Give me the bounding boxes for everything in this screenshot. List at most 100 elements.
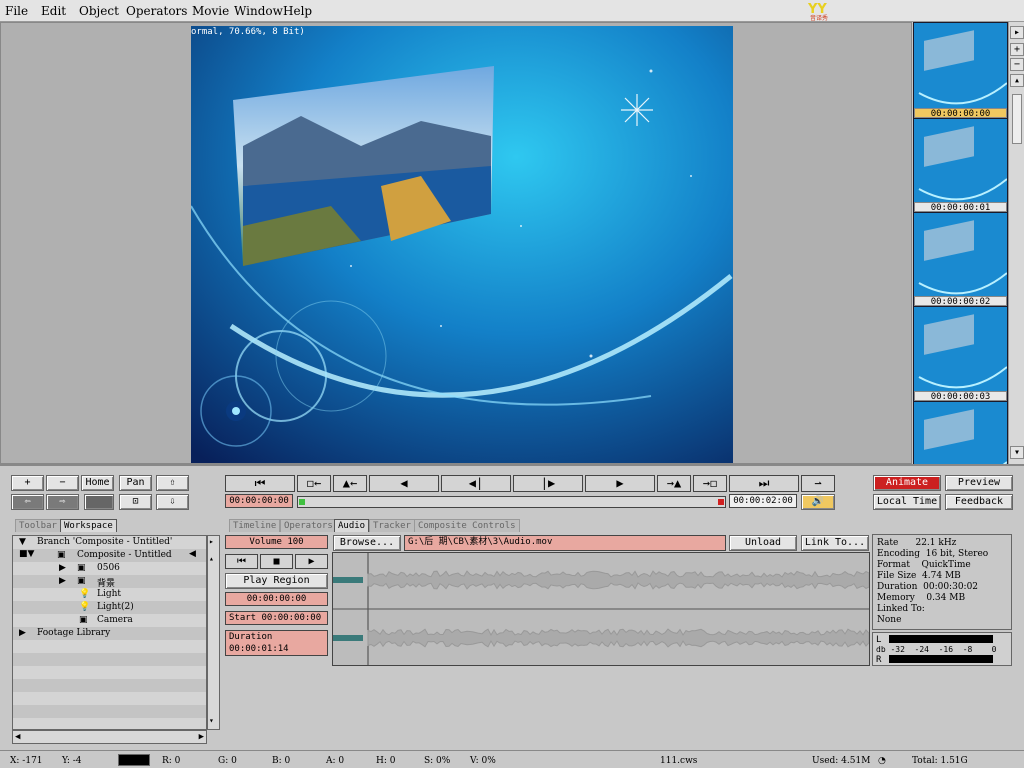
tab-timeline[interactable]: Timeline bbox=[229, 519, 281, 532]
forward-arrow-icon[interactable]: ⇨ bbox=[46, 494, 79, 510]
vu-scale: db -32 -24 -16 -8 0 bbox=[876, 645, 997, 654]
audio-time-field[interactable]: 00:00:00:00 bbox=[225, 592, 328, 606]
audio-path-field[interactable]: G:\后 期\CB\素材\3\Audio.mov bbox=[404, 535, 726, 551]
set-in-icon[interactable]: ◻← bbox=[297, 475, 331, 492]
frame-thumbnail[interactable] bbox=[914, 23, 1007, 111]
light-bulb-icon: 💡 bbox=[79, 602, 91, 612]
zoom-plus-button[interactable]: + bbox=[11, 475, 44, 491]
step-back-icon[interactable]: ◀| bbox=[441, 475, 511, 492]
tree-row bbox=[13, 666, 206, 679]
play-icon[interactable]: ▶ bbox=[585, 475, 655, 492]
memory-gauge-icon: ◔ bbox=[878, 756, 886, 766]
audio-rewind-icon[interactable]: ⏮ bbox=[225, 554, 258, 569]
scroll-down-icon[interactable]: ▾ bbox=[1010, 446, 1024, 459]
feedback-checkbox[interactable]: Feedback bbox=[945, 494, 1013, 510]
key-back-icon[interactable]: ▲← bbox=[333, 475, 367, 492]
workspace-tree[interactable]: ▼ Branch 'Composite - Untitled' ■▼ ▣ Compos… bbox=[12, 535, 207, 730]
loop-icon[interactable]: ⇀ bbox=[801, 475, 835, 492]
back-arrow-icon[interactable]: ⇦ bbox=[11, 494, 44, 510]
zoom-minus-button[interactable]: − bbox=[46, 475, 79, 491]
preview-button[interactable]: Preview bbox=[945, 475, 1013, 491]
tree-row[interactable]: ▶ Footage Library bbox=[13, 627, 206, 640]
menu-help[interactable]: Help bbox=[283, 4, 312, 18]
scroll-left-icon[interactable]: ◀ bbox=[15, 732, 20, 742]
vu-left-bar bbox=[889, 635, 993, 643]
audio-start-field[interactable]: Start 00:00:00:00 bbox=[225, 611, 328, 625]
color-swatch[interactable] bbox=[84, 494, 114, 510]
layer-icon: ▣ bbox=[77, 563, 86, 573]
thumbnail-scrollbar[interactable]: ▸ + − ▴ ▾ bbox=[1008, 22, 1024, 464]
frame-thumbnail[interactable] bbox=[914, 307, 1007, 395]
tab-tracker[interactable]: Tracker bbox=[369, 519, 415, 532]
play-backward-icon[interactable]: ◀ bbox=[369, 475, 439, 492]
tab-workspace[interactable]: Workspace bbox=[60, 519, 117, 532]
audio-stop-icon[interactable]: ■ bbox=[260, 554, 293, 569]
zoom-in-icon[interactable]: + bbox=[1010, 43, 1024, 56]
scroll-up-icon[interactable]: ▴ bbox=[209, 554, 218, 563]
info-row: Rate 22.1 kHz bbox=[877, 538, 957, 548]
up-arrow-icon[interactable]: ⇧ bbox=[156, 475, 189, 491]
tree-row[interactable]: 💡 Light bbox=[13, 588, 206, 601]
status-x: X: -171 bbox=[10, 756, 43, 766]
tree-row bbox=[13, 640, 206, 653]
go-to-end-icon[interactable]: ⏭ bbox=[729, 475, 799, 492]
audio-duration-field[interactable]: Duration 00:00:01:14 bbox=[225, 630, 328, 656]
home-button[interactable]: Home bbox=[81, 475, 114, 491]
info-row: None bbox=[877, 615, 902, 625]
frame-thumbnail[interactable] bbox=[914, 119, 1007, 207]
animate-button[interactable]: Animate bbox=[873, 475, 941, 491]
tab-operators[interactable]: Operators bbox=[280, 519, 337, 532]
frame-thumbnail[interactable] bbox=[914, 402, 1007, 464]
scroll-thumb[interactable] bbox=[1012, 94, 1022, 144]
status-bar: X: -171 Y: -4 R: 0 G: 0 B: 0 A: 0 H: 0 S… bbox=[0, 750, 1024, 768]
zoom-out-icon[interactable]: − bbox=[1010, 58, 1024, 71]
pan-button[interactable]: Pan bbox=[119, 475, 152, 491]
link-to-button[interactable]: Link To... bbox=[801, 535, 869, 551]
menu-edit[interactable]: Edit bbox=[41, 4, 66, 18]
tree-row[interactable]: ▶ ▣ 背景 bbox=[13, 575, 206, 589]
vu-right-bar bbox=[889, 655, 993, 663]
tree-row[interactable]: ■▼ ▣ Composite - Untitled ◀ bbox=[13, 549, 206, 562]
volume-slider[interactable]: Volume 100 bbox=[225, 535, 328, 549]
tree-vertical-scrollbar[interactable]: ▸ ▴ ▾ bbox=[207, 535, 220, 730]
speaker-icon[interactable]: 🔊 bbox=[801, 494, 835, 510]
scroll-right-icon[interactable]: ▶ bbox=[199, 732, 204, 742]
tree-row[interactable]: 💡 Light(2) bbox=[13, 601, 206, 614]
tab-audio[interactable]: Audio bbox=[334, 519, 370, 532]
tab-composite-controls[interactable]: Composite Controls bbox=[414, 519, 520, 532]
tree-row[interactable]: ▼ Branch 'Composite - Untitled' bbox=[13, 536, 206, 549]
composition-canvas[interactable] bbox=[191, 26, 733, 463]
browse-button[interactable]: Browse... bbox=[333, 535, 401, 551]
go-to-start-icon[interactable]: ⏮ bbox=[225, 475, 295, 492]
menu-operators[interactable]: Operators bbox=[126, 4, 187, 18]
menu-window[interactable]: Window bbox=[234, 4, 283, 18]
menu-movie[interactable]: Movie bbox=[192, 4, 229, 18]
end-time-field[interactable]: 00:00:02:00 bbox=[729, 494, 797, 508]
key-forward-icon[interactable]: →▲ bbox=[657, 475, 691, 492]
scroll-up-icon[interactable]: ▴ bbox=[1010, 74, 1024, 87]
set-out-icon[interactable]: →◻ bbox=[693, 475, 727, 492]
play-region-checkbox[interactable]: Play Region bbox=[225, 573, 328, 589]
unload-button[interactable]: Unload bbox=[729, 535, 797, 551]
tree-horizontal-scrollbar[interactable]: ◀ ▶ bbox=[12, 730, 207, 744]
down-arrow-icon[interactable]: ⇩ bbox=[156, 494, 189, 510]
tree-row[interactable]: ▶ ▣ 0506 bbox=[13, 562, 206, 575]
current-time-field[interactable]: 00:00:00:00 bbox=[225, 494, 293, 508]
tree-row[interactable]: ▣ Camera bbox=[13, 614, 206, 627]
frame-thumbnail[interactable] bbox=[914, 213, 1007, 301]
menu-object[interactable]: Object bbox=[79, 4, 119, 18]
node-link-icon[interactable]: ⊡ bbox=[119, 494, 152, 510]
tab-toolbar[interactable]: Toolbar bbox=[15, 519, 61, 532]
scroll-right-icon[interactable]: ▸ bbox=[209, 537, 218, 546]
step-forward-icon[interactable]: |▶ bbox=[513, 475, 583, 492]
vu-right-label: R bbox=[876, 655, 882, 665]
scroll-down-icon[interactable]: ▾ bbox=[209, 716, 218, 725]
audio-waveform[interactable] bbox=[332, 552, 870, 666]
time-slider[interactable] bbox=[297, 496, 726, 508]
tree-row bbox=[13, 679, 206, 692]
menu-file[interactable]: File bbox=[5, 4, 28, 18]
local-time-dropdown[interactable]: Local Time bbox=[873, 494, 941, 510]
status-s: S: 0% bbox=[424, 756, 451, 766]
audio-play-icon[interactable]: ▶ bbox=[295, 554, 328, 569]
scroll-right-icon[interactable]: ▸ bbox=[1010, 26, 1024, 39]
